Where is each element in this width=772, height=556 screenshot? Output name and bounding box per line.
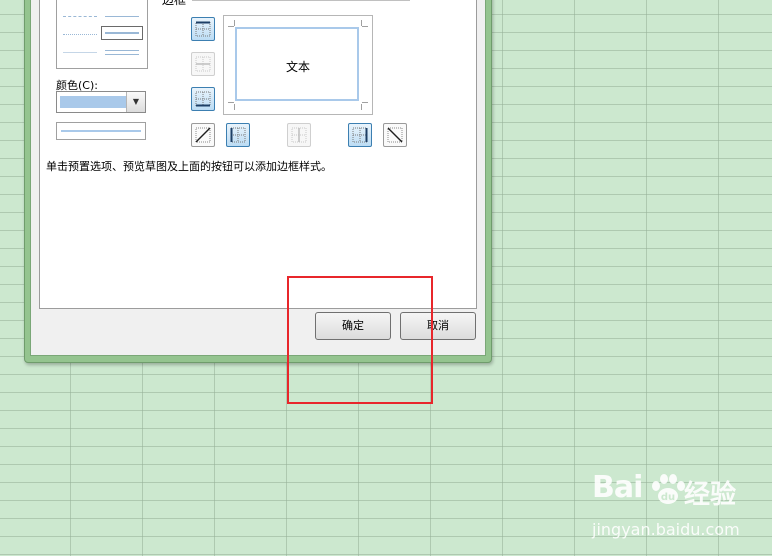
right-border-button[interactable] [348, 123, 372, 147]
corner-tick [362, 102, 368, 103]
inside-horizontal-border-button[interactable] [191, 52, 215, 76]
inside-vertical-border-button[interactable] [287, 123, 311, 147]
right-border-icon [352, 127, 368, 143]
corner-tick [228, 26, 234, 27]
color-dropdown[interactable]: ▼ [56, 91, 146, 113]
highlight-annotation-box [287, 276, 433, 404]
border-group-title: 边框 [162, 0, 187, 7]
line-style-selected-medium[interactable] [101, 26, 143, 40]
border-preview-area[interactable]: 文本 [223, 15, 373, 115]
inside-horizontal-border-icon [195, 56, 211, 72]
diagonal-down-border-button[interactable] [383, 123, 407, 147]
corner-tick [362, 26, 368, 27]
line-preview-bar [61, 130, 141, 132]
corner-tick [361, 104, 362, 110]
top-border-button[interactable] [191, 17, 215, 41]
line-style-dotted[interactable] [63, 34, 97, 35]
line-style-hair[interactable] [63, 52, 97, 53]
line-style-list[interactable] [56, 0, 148, 69]
border-hint-text: 单击预置选项、预览草图及上面的按钮可以添加边框样式。 [46, 160, 332, 173]
border-tab-panel: 颜色(C): ▼ 边框 文本 单击预置选项、预览草图及上面的按钮可以添加边框样式… [39, 0, 477, 309]
left-border-icon [230, 127, 246, 143]
corner-tick [228, 102, 234, 103]
group-divider [192, 0, 410, 1]
line-style-dash-dot-dot[interactable] [63, 16, 97, 17]
preview-sample-text: 文本 [285, 60, 310, 74]
line-style-double[interactable] [105, 50, 139, 55]
line-style-preview [56, 122, 146, 140]
left-border-button[interactable] [226, 123, 250, 147]
watermark-experience-text: 经验 [684, 480, 737, 510]
top-border-icon [195, 21, 211, 37]
chevron-down-icon[interactable]: ▼ [126, 92, 145, 112]
svg-text:du: du [661, 492, 675, 503]
selected-color-swatch [60, 96, 126, 108]
diagonal-up-border-button[interactable] [191, 123, 215, 147]
corner-tick [234, 20, 235, 26]
baidu-watermark: Bai du 经验 jingyan.baidu.com [592, 470, 762, 550]
diagonal-down-border-icon [387, 127, 403, 143]
line-style-thin[interactable] [105, 16, 139, 17]
diagonal-up-border-icon [195, 127, 211, 143]
bottom-border-icon [195, 91, 211, 107]
watermark-url: jingyan.baidu.com [592, 520, 740, 539]
corner-tick [361, 20, 362, 26]
corner-tick [234, 104, 235, 110]
paw-icon: du [652, 474, 685, 504]
inside-vertical-border-icon [291, 127, 307, 143]
watermark-logo-text: Bai [592, 470, 643, 505]
bottom-border-button[interactable] [191, 87, 215, 111]
